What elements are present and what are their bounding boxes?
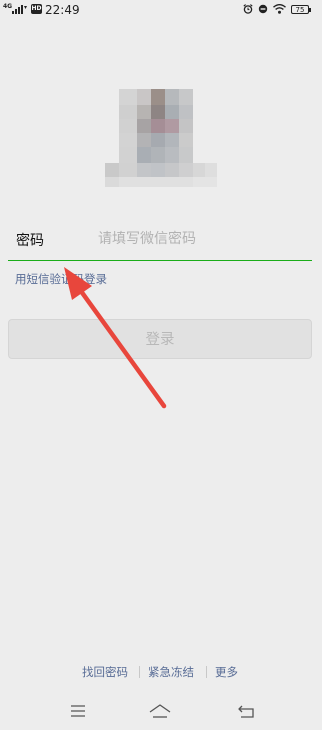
alarm-icon [243, 4, 253, 14]
signal-icon [12, 5, 27, 14]
emergency-freeze-link[interactable]: 紧急冻结 [148, 664, 194, 680]
password-row: 密码 [8, 222, 312, 261]
password-input[interactable] [98, 226, 303, 252]
home-button[interactable] [146, 700, 174, 722]
recover-password-link[interactable]: 找回密码 [82, 664, 128, 680]
menu-icon [71, 705, 85, 717]
back-button[interactable] [232, 700, 260, 722]
status-bar: 4G HD 22:49 75 [0, 0, 322, 20]
menu-button[interactable] [64, 700, 92, 722]
more-link[interactable]: 更多 [215, 664, 238, 680]
battery-indicator: 75 [291, 4, 311, 14]
network-type: 4G [3, 3, 13, 10]
bottom-links: 找回密码 紧急冻结 更多 [0, 664, 322, 680]
sms-login-link[interactable]: 用短信验证码登录 [15, 271, 107, 287]
back-icon [238, 705, 254, 718]
home-icon [149, 704, 171, 718]
avatar [105, 89, 217, 189]
wifi-icon [273, 4, 286, 14]
status-time: 22:49 [45, 3, 80, 17]
navigation-bar [0, 696, 322, 726]
login-button[interactable]: 登录 [8, 319, 312, 359]
do-not-disturb-icon [258, 4, 268, 14]
divider [139, 666, 140, 678]
divider [206, 666, 207, 678]
hd-badge: HD [31, 4, 42, 14]
password-label: 密码 [16, 233, 44, 249]
